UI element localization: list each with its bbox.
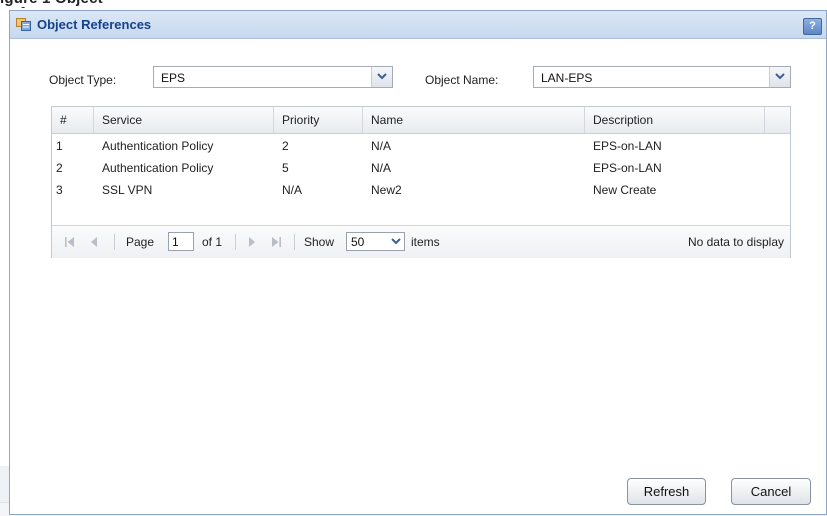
column-header-spacer (765, 107, 790, 133)
chevron-down-icon (391, 238, 401, 245)
cancel-button[interactable]: Cancel (731, 478, 811, 505)
object-type-value: EPS (161, 71, 186, 85)
row-service: Authentication Policy (102, 161, 214, 175)
row-name: N/A (371, 139, 392, 153)
row-service: SSL VPN (102, 183, 153, 197)
pager-separator (294, 234, 295, 250)
dialog-titlebar: Object References ? (10, 11, 826, 39)
pager-status: No data to display (687, 235, 784, 249)
row-service: Authentication Policy (102, 139, 214, 153)
grid-header: # Service Priority Name Description (52, 107, 790, 134)
show-label: Show (304, 235, 335, 249)
grid-pager: Page of 1 Show 50 items No data to displ… (52, 225, 790, 258)
pager-separator (235, 234, 236, 250)
background-figure-caption: igure 1 Object References (0, 0, 160, 8)
page-size-select[interactable]: 50 (346, 232, 405, 251)
page-count-label: of 1 (202, 235, 223, 249)
column-header-service[interactable]: Service (94, 107, 274, 133)
chevron-down-icon (377, 73, 387, 80)
object-references-dialog: Object References ? Object Type: EPS Obj… (9, 10, 827, 515)
object-type-dropdown-trigger[interactable] (371, 67, 392, 87)
table-row[interactable]: 2 Authentication Policy 5 N/A EPS-on-LAN (52, 157, 772, 179)
object-type-label: Object Type: (49, 73, 117, 87)
object-references-grid: # Service Priority Name Description 1 Au… (51, 106, 791, 258)
page-label: Page (126, 235, 155, 249)
object-name-select[interactable]: LAN-EPS (533, 66, 791, 88)
first-page-icon[interactable] (64, 236, 76, 248)
items-label: items (411, 235, 440, 249)
row-name: N/A (371, 161, 392, 175)
next-page-icon[interactable] (247, 236, 257, 248)
column-header-number[interactable]: # (52, 107, 94, 133)
object-references-icon (16, 18, 31, 31)
object-type-select[interactable]: EPS (153, 66, 393, 88)
help-button[interactable]: ? (803, 18, 822, 35)
row-description: EPS-on-LAN (593, 161, 662, 175)
row-description: EPS-on-LAN (593, 139, 662, 153)
table-row[interactable]: 1 Authentication Policy 2 N/A EPS-on-LAN (52, 135, 772, 157)
object-name-label: Object Name: (425, 73, 499, 87)
row-priority: N/A (282, 183, 303, 197)
object-name-dropdown-trigger[interactable] (769, 67, 790, 87)
refresh-button[interactable]: Refresh (627, 478, 706, 505)
page-size-value: 50 (351, 235, 365, 249)
row-priority: 5 (282, 161, 289, 175)
column-header-description[interactable]: Description (585, 107, 765, 133)
row-name: New2 (371, 183, 402, 197)
column-header-name[interactable]: Name (363, 107, 585, 133)
object-name-value: LAN-EPS (541, 71, 593, 85)
row-number: 1 (56, 139, 63, 153)
row-number: 3 (56, 183, 63, 197)
page-number-input[interactable] (168, 232, 194, 251)
dialog-title: Object References (37, 17, 152, 32)
chevron-down-icon (775, 73, 785, 80)
previous-page-icon[interactable] (89, 236, 99, 248)
pager-separator (114, 234, 115, 250)
table-row[interactable]: 3 SSL VPN N/A New2 New Create (52, 179, 772, 201)
row-priority: 2 (282, 139, 289, 153)
row-number: 2 (56, 161, 63, 175)
last-page-icon[interactable] (270, 236, 282, 248)
row-description: New Create (593, 183, 657, 197)
column-header-priority[interactable]: Priority (274, 107, 363, 133)
page-size-dropdown-trigger[interactable] (387, 233, 404, 250)
